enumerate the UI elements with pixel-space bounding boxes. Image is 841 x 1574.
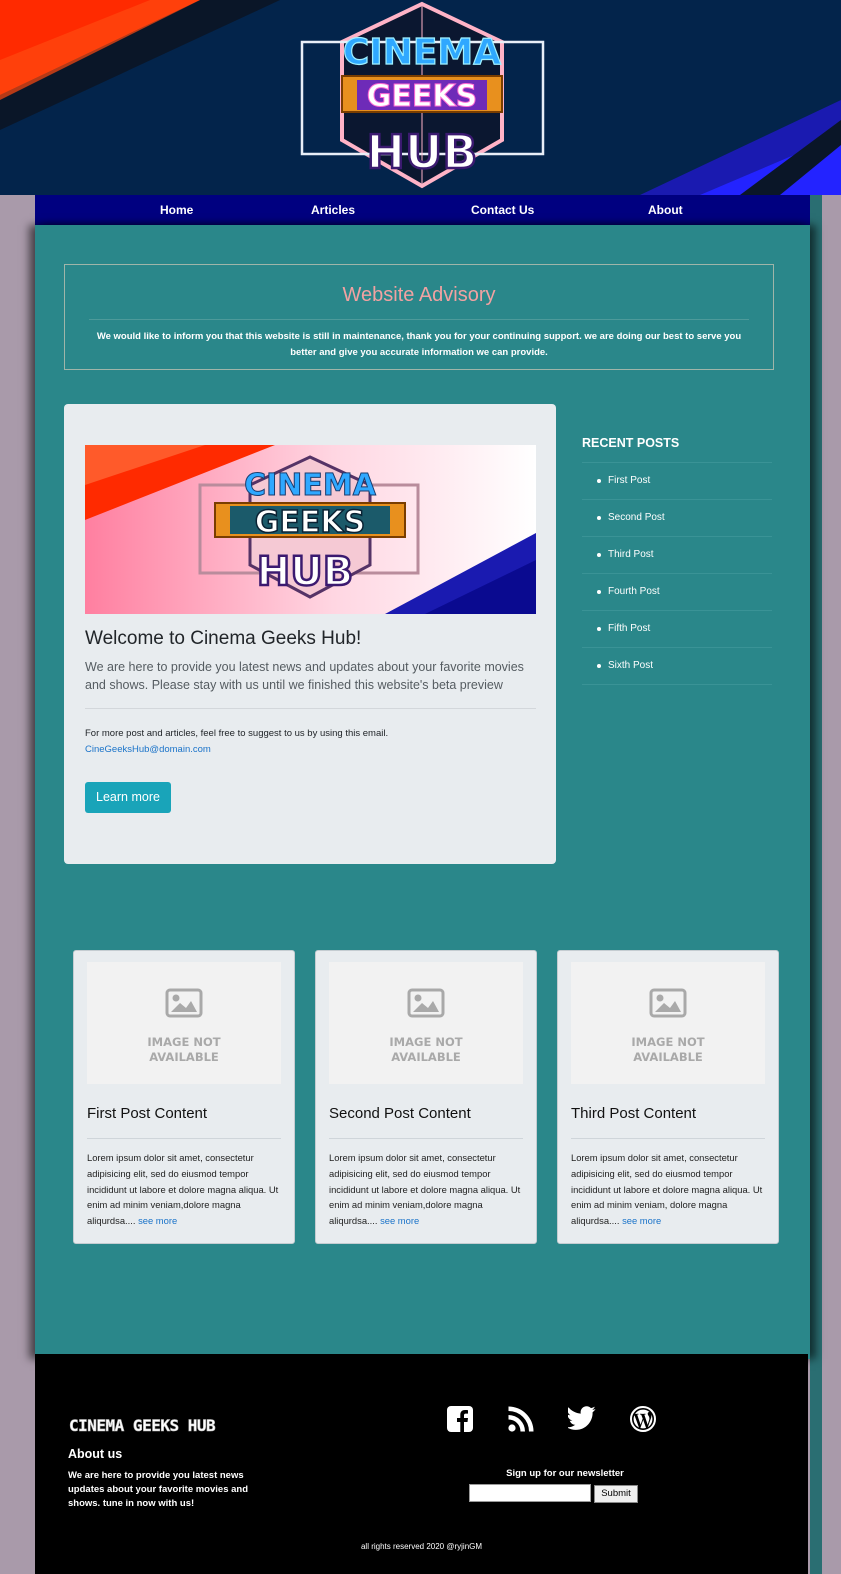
image-placeholder: IMAGE NOT AVAILABLE (329, 962, 523, 1084)
image-placeholder-icon (407, 988, 445, 1018)
post-card-body: Lorem ipsum dolor sit amet, consectetur … (571, 1152, 763, 1227)
welcome-lead: We are here to provide you latest news a… (85, 660, 524, 692)
image-placeholder-icon (649, 988, 687, 1018)
recent-post-item[interactable]: Second Post (582, 500, 772, 537)
recent-posts-heading: RECENT POSTS (582, 436, 680, 450)
bullet-icon (597, 553, 601, 557)
nav-contact-us[interactable]: Contact Us (471, 203, 534, 217)
see-more-link[interactable]: see more (622, 1215, 661, 1226)
recent-post-item[interactable]: Fourth Post (582, 574, 772, 611)
post-card-title: Second Post Content (329, 1105, 471, 1122)
main-nav: Home Articles Contact Us About (35, 195, 810, 225)
image-not-available-text: IMAGE NOT AVAILABLE (389, 1035, 463, 1064)
post-card-body: Lorem ipsum dolor sit amet, consectetur … (87, 1152, 279, 1227)
recent-post-item[interactable]: First Post (582, 463, 772, 500)
svg-text:CINEMA GEEKS HUB: CINEMA GEEKS HUB (69, 1416, 216, 1435)
facebook-icon[interactable] (447, 1406, 473, 1432)
welcome-note-text: For more post and articles, feel free to… (85, 728, 389, 739)
nav-articles[interactable]: Articles (311, 203, 355, 217)
bullet-icon (597, 664, 601, 668)
post-card-title: Third Post Content (571, 1105, 697, 1122)
bullet-icon (597, 627, 601, 631)
recent-posts: RECENT POSTS First Post Second Post Thir… (582, 436, 772, 685)
contact-email-link[interactable]: CineGeeksHub@domain.com (85, 744, 211, 755)
image-not-available-text: IMAGE NOT AVAILABLE (147, 1035, 221, 1064)
footer-copyright: all rights reserved 2020 @ryjinGM (360, 1542, 483, 1551)
advisory-title: Website Advisory (342, 284, 496, 306)
right-shadow-strip (810, 195, 822, 1574)
bullet-icon (597, 516, 601, 520)
post-card-divider (329, 1138, 523, 1139)
rss-icon[interactable] (508, 1406, 534, 1432)
image-placeholder: IMAGE NOT AVAILABLE (87, 962, 281, 1084)
logo-hub-text: HUB (367, 125, 478, 179)
image-not-available-text: IMAGE NOT AVAILABLE (631, 1035, 705, 1064)
logo-cinema-text: CINEMA (343, 32, 501, 73)
twitter-icon[interactable] (568, 1406, 596, 1430)
advisory-divider (89, 319, 749, 320)
hero-hub-text: HUB (257, 549, 353, 595)
newsletter-submit-button[interactable]: Submit (594, 1485, 638, 1503)
welcome-divider (85, 708, 536, 709)
site-footer: CINEMA GEEKS HUB About us We are here to… (35, 1354, 808, 1574)
site-logo[interactable]: CINEMA GEEKS HUB (297, 0, 547, 190)
recent-posts-list: First Post Second Post Third Post Fourth… (582, 462, 772, 685)
newsletter-email-input[interactable] (469, 1484, 591, 1502)
footer-about-text: We are here to provide you latest news u… (68, 1470, 249, 1509)
post-card-body: Lorem ipsum dolor sit amet, consectetur … (329, 1152, 521, 1227)
footer-brand-logo[interactable]: CINEMA GEEKS HUB (68, 1412, 248, 1436)
welcome-title: Welcome to Cinema Geeks Hub! (85, 628, 362, 649)
social-links (445, 1406, 685, 1442)
post-card-title: First Post Content (87, 1105, 208, 1122)
website-advisory: Website Advisory We would like to inform… (64, 264, 774, 370)
image-placeholder-icon (165, 988, 203, 1018)
post-card-divider (571, 1138, 765, 1139)
bullet-icon (597, 590, 601, 594)
newsletter-label: Sign up for our newsletter (506, 1468, 624, 1479)
post-card-divider (87, 1138, 281, 1139)
see-more-link[interactable]: see more (380, 1215, 419, 1226)
wordpress-icon[interactable] (630, 1406, 656, 1432)
hero-geeks-text: GEEKS (255, 505, 365, 540)
welcome-hero-image: CINEMA GEEKS HUB (85, 445, 536, 614)
post-card-third: IMAGE NOT AVAILABLE Third Post Content Lo… (557, 950, 779, 1244)
see-more-link[interactable]: see more (138, 1215, 177, 1226)
welcome-card: CINEMA GEEKS HUB Welcome to Cinema Geeks… (64, 404, 556, 864)
nav-about[interactable]: About (648, 203, 683, 217)
nav-home[interactable]: Home (160, 203, 193, 217)
hero-cinema-text: CINEMA (244, 468, 377, 503)
logo-geeks-text: GEEKS (367, 79, 477, 114)
welcome-note: For more post and articles, feel free to… (85, 726, 525, 758)
learn-more-button[interactable]: Learn more (85, 782, 171, 813)
post-card-second: IMAGE NOT AVAILABLE Second Post Content L… (315, 950, 537, 1244)
recent-post-item[interactable]: Fifth Post (582, 611, 772, 648)
recent-post-item[interactable]: Sixth Post (582, 648, 772, 685)
advisory-text: We would like to inform you that this we… (96, 331, 742, 358)
recent-post-item[interactable]: Third Post (582, 537, 772, 574)
post-card-first: IMAGE NOT AVAILABLE First Post Content Lo… (73, 950, 295, 1244)
bullet-icon (597, 479, 601, 483)
image-placeholder: IMAGE NOT AVAILABLE (571, 962, 765, 1084)
header-banner: CINEMA GEEKS HUB (0, 0, 841, 195)
footer-about-title: About us (68, 1447, 123, 1461)
